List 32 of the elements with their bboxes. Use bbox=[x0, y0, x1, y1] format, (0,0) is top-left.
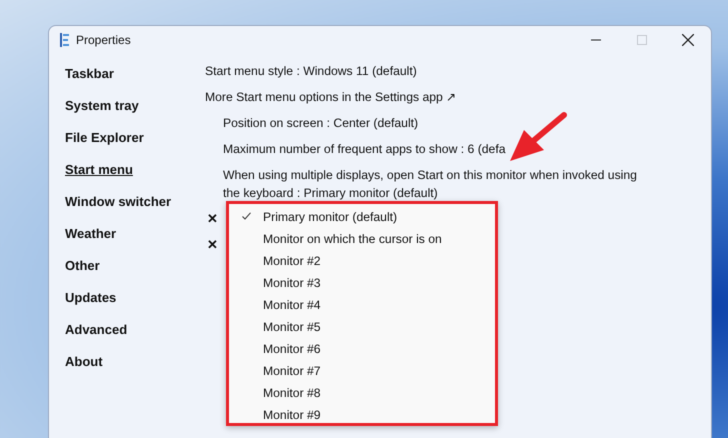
setting-option[interactable]: Maximum number of frequent apps to show : 6 (defa bbox=[205, 136, 645, 162]
menu-item[interactable]: Monitor #9 bbox=[229, 404, 495, 426]
window-title: Properties bbox=[76, 33, 131, 47]
check-icon bbox=[242, 212, 250, 220]
menu-item[interactable]: Monitor #7 bbox=[229, 360, 495, 382]
sidebar-item[interactable]: System tray bbox=[65, 90, 205, 122]
sidebar-item[interactable]: Other bbox=[65, 250, 205, 282]
setting-option[interactable]: Position on screen : Center (default) bbox=[205, 110, 645, 136]
maximize-icon bbox=[637, 35, 647, 45]
app-icon bbox=[60, 33, 70, 47]
menu-item[interactable]: Monitor #2 bbox=[229, 250, 495, 272]
sidebar-item[interactable]: Window switcher bbox=[65, 186, 205, 218]
menu-item[interactable]: Monitor #3 bbox=[229, 272, 495, 294]
sidebar-item[interactable]: Weather bbox=[65, 218, 205, 250]
close-icon bbox=[682, 34, 694, 46]
arrow-annotation bbox=[508, 112, 568, 164]
menu-item[interactable]: Monitor on which the cursor is on bbox=[229, 228, 495, 250]
sidebar-item[interactable]: Taskbar bbox=[65, 58, 205, 90]
sidebar-item[interactable]: Advanced bbox=[65, 314, 205, 346]
sidebar-item[interactable]: File Explorer bbox=[65, 122, 205, 154]
sidebar-item[interactable]: Start menu bbox=[65, 154, 205, 186]
menu-item[interactable]: Monitor #8 bbox=[229, 382, 495, 404]
menu-item[interactable]: Monitor #4 bbox=[229, 294, 495, 316]
cross-mark: ✕ bbox=[206, 210, 219, 228]
menu-item[interactable]: Monitor #5 bbox=[229, 316, 495, 338]
sidebar-item[interactable]: About bbox=[65, 346, 205, 378]
menu-item[interactable]: Primary monitor (default) bbox=[229, 206, 495, 228]
cross-mark: ✕ bbox=[206, 236, 219, 254]
setting-option[interactable]: Start menu style : Windows 11 (default) bbox=[205, 58, 645, 84]
menu-item[interactable]: Monitor #6 bbox=[229, 338, 495, 360]
sidebar-item[interactable]: Updates bbox=[65, 282, 205, 314]
settings-link[interactable]: More Start menu options in the Settings app ↗ bbox=[205, 84, 645, 110]
